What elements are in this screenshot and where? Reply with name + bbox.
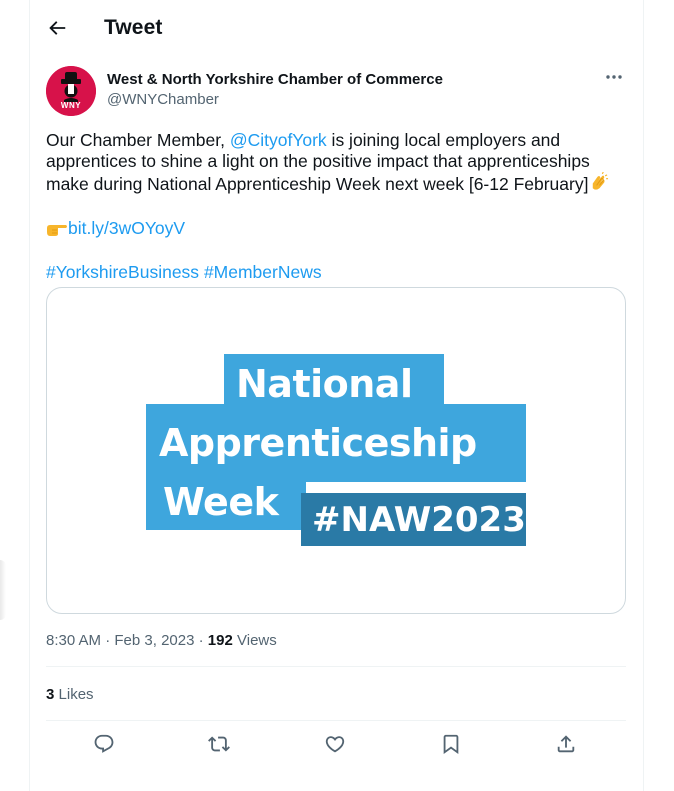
short-link[interactable]: bit.ly/3wOYoyV: [68, 218, 185, 238]
hashtag-link[interactable]: #MemberNews: [204, 262, 322, 282]
mention-link[interactable]: @CityofYork: [230, 130, 327, 150]
hashtag-link[interactable]: #YorkshireBusiness: [46, 262, 199, 282]
naw-line-3: Week: [163, 480, 279, 524]
hashtags-paragraph: #YorkshireBusiness #MemberNews: [46, 262, 626, 283]
meta-separator: ·: [194, 632, 208, 649]
likes-stat[interactable]: 3 Likes: [46, 686, 94, 703]
tweet-meta: 8:30 AM · Feb 3, 2023 · 192 Views: [46, 632, 277, 649]
retweet-icon[interactable]: [208, 733, 232, 757]
author-names: West & North Yorkshire Chamber of Commer…: [107, 70, 443, 118]
tweet-media-image[interactable]: National Apprenticeship Week #NAW2023: [46, 287, 626, 614]
page-header: Tweet: [46, 14, 162, 42]
tweet-date[interactable]: Feb 3, 2023: [114, 632, 194, 649]
avatar-label: WNY: [60, 101, 82, 110]
bookmark-icon[interactable]: [440, 733, 464, 757]
divider: [46, 666, 626, 667]
page-title: Tweet: [104, 16, 163, 39]
action-bar: [46, 733, 626, 759]
views-count: 192: [207, 632, 233, 649]
reply-icon[interactable]: [93, 733, 117, 757]
like-icon[interactable]: [324, 733, 348, 757]
author-handle[interactable]: @WNYChamber: [107, 90, 443, 110]
author-display-name[interactable]: West & North Yorkshire Chamber of Commer…: [107, 70, 443, 90]
naw-line-1: National: [236, 362, 413, 406]
avatar[interactable]: WNY: [46, 66, 96, 116]
side-scroll-edge: [0, 560, 6, 620]
tweet-paragraph: Our Chamber Member, @CityofYork is joini…: [46, 130, 626, 198]
likes-label: Likes: [58, 686, 94, 703]
link-paragraph: bit.ly/3wOYoyV: [46, 218, 626, 242]
tweet-author: WNY West & North Yorkshire Chamber of Co…: [46, 66, 626, 118]
naw-line-2: Apprenticeship: [159, 421, 477, 465]
share-icon[interactable]: [555, 733, 579, 757]
tweet-time[interactable]: 8:30 AM: [46, 632, 101, 649]
more-icon[interactable]: [604, 70, 624, 84]
meta-separator: ·: [101, 632, 115, 649]
clapping-hands-icon: [588, 171, 609, 198]
views-label: Views: [237, 632, 277, 649]
back-arrow-icon[interactable]: [46, 17, 68, 39]
tweet-text-start: Our Chamber Member,: [46, 130, 230, 150]
pointing-hand-icon: [46, 221, 68, 242]
naw-hashtag: #NAW2023: [312, 500, 526, 540]
likes-count: 3: [46, 686, 55, 703]
divider: [46, 720, 626, 721]
tweet-body: Our Chamber Member, @CityofYork is joini…: [46, 130, 626, 283]
